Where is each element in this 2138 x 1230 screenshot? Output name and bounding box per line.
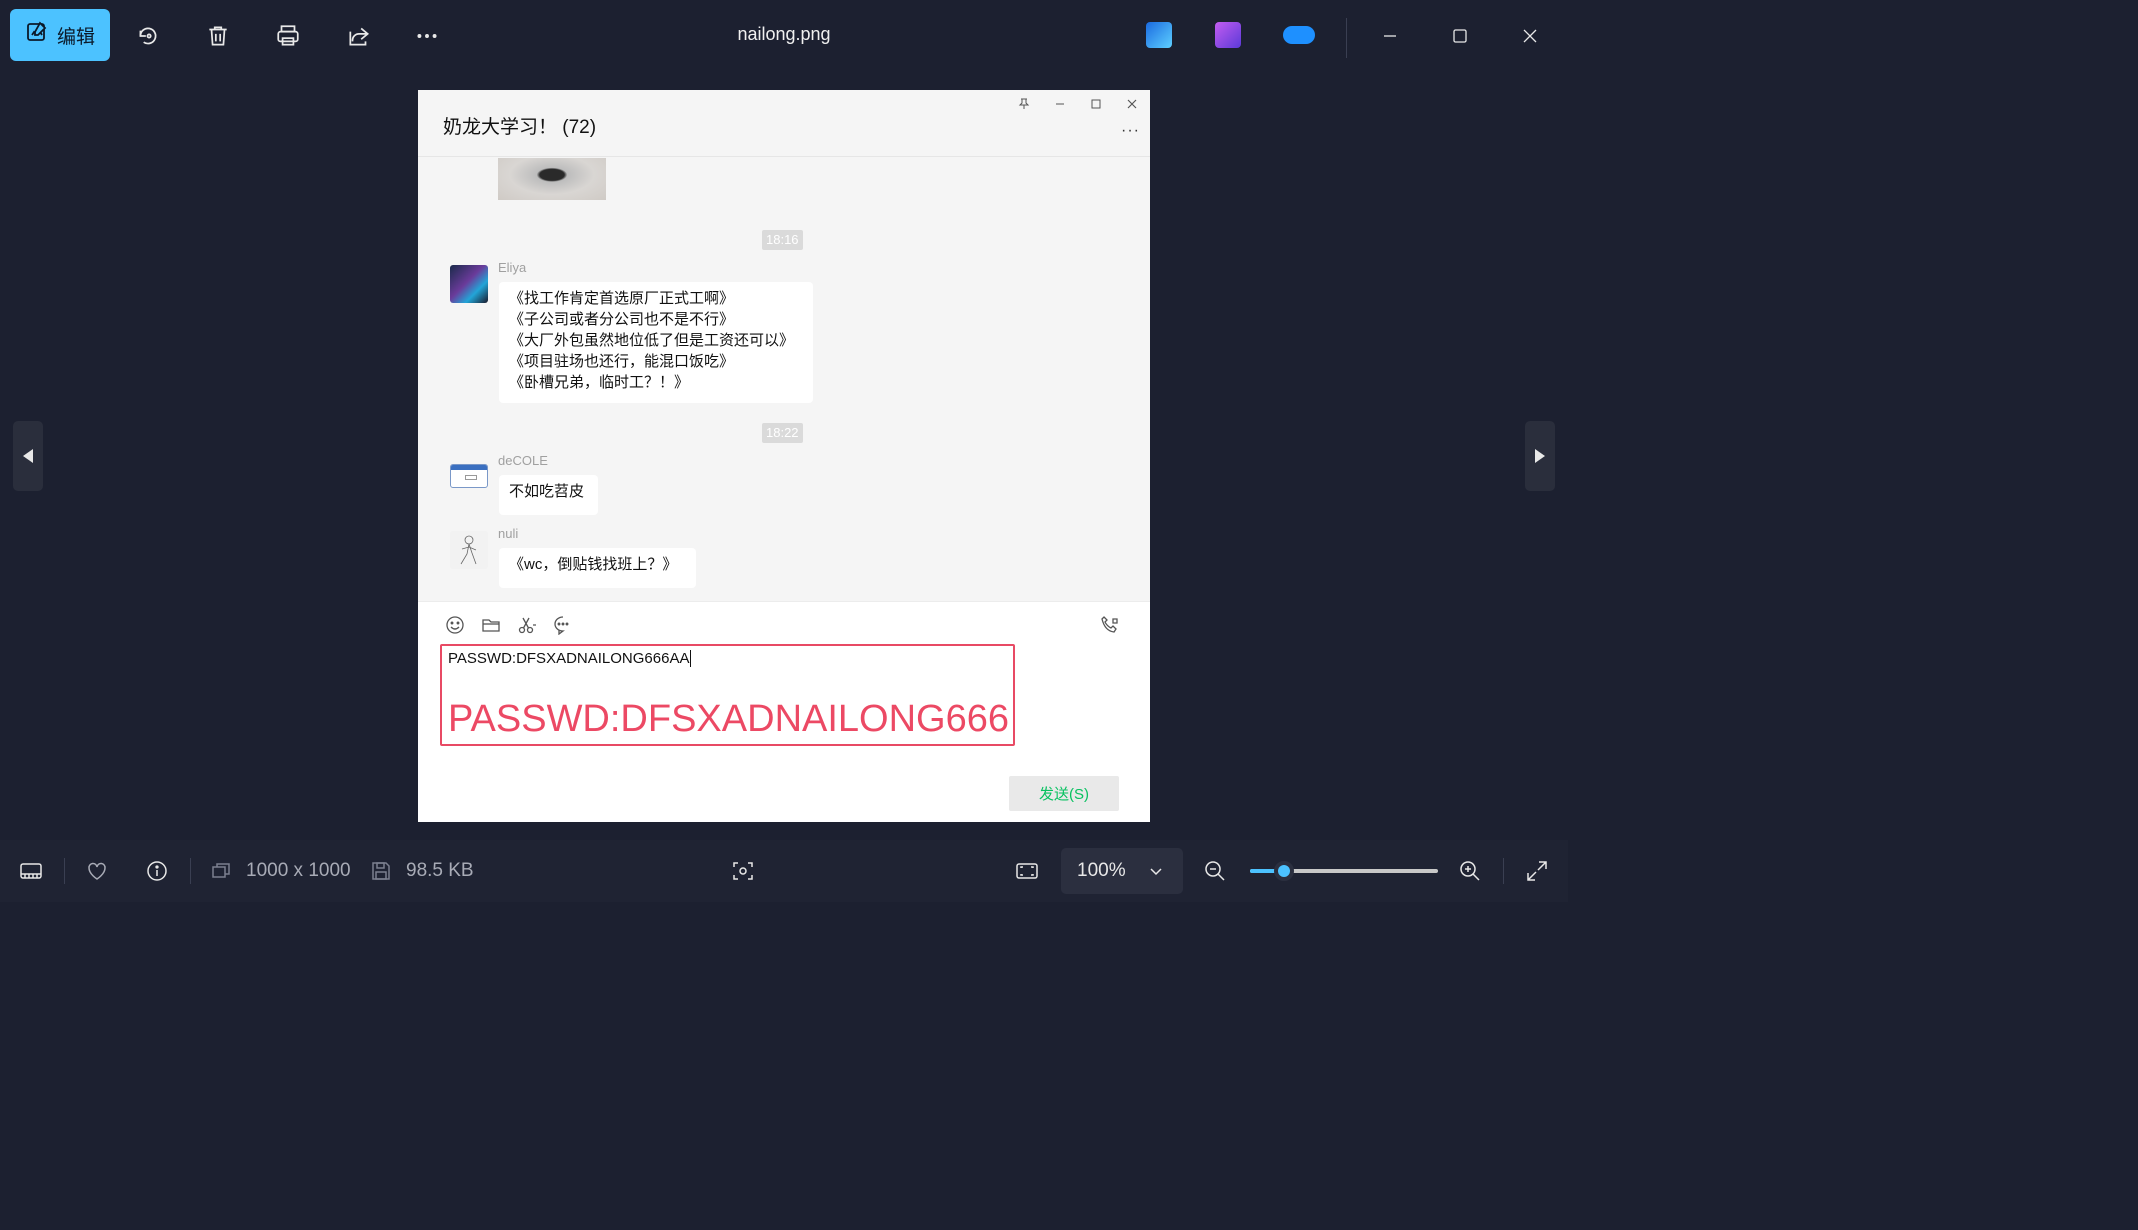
onedrive-icon[interactable] — [1283, 26, 1315, 44]
delete-icon[interactable] — [200, 18, 236, 54]
previous-icon[interactable] — [13, 421, 43, 491]
print-icon[interactable] — [270, 18, 306, 54]
message-bubble: 《wc，倒贴钱找班上？》 — [499, 548, 696, 588]
message-line: 《卧槽兄弟，临时工？！》 — [509, 374, 690, 391]
top-toolbar: 编辑 nailong.png — [0, 0, 1568, 72]
info-icon[interactable] — [142, 856, 172, 886]
timestamp: 18:22 — [762, 423, 803, 443]
zoom-dropdown[interactable]: 100% — [1061, 848, 1183, 894]
file-size: 98.5 KB — [406, 860, 474, 881]
scissors-icon — [516, 614, 538, 636]
file-title: nailong.png — [737, 24, 831, 44]
divider — [1503, 858, 1504, 884]
message-line: 《项目驻场也还行，能混口饭吃》 — [509, 353, 735, 370]
emoji-icon — [444, 614, 466, 636]
fit-window-icon[interactable] — [1012, 856, 1042, 886]
close-icon[interactable] — [1512, 18, 1548, 54]
filmstrip-icon[interactable] — [16, 856, 46, 886]
avatar — [450, 265, 488, 303]
fullscreen-icon[interactable] — [1522, 856, 1552, 886]
message-line: 《找工作肯定首选原厂正式工啊》 — [509, 290, 735, 307]
edit-icon — [25, 20, 49, 50]
send-button: 发送(S) — [1009, 776, 1119, 811]
chat-input-area: PASSWD:DFSXADNAILONG666AA PASSWD:DFSXADN… — [418, 601, 1150, 822]
chat-minimize-icon — [1052, 96, 1068, 112]
message-bubble: 《找工作肯定首选原厂正式工啊》 《子公司或者分公司也不是不行》 《大厂外包虽然地… — [499, 282, 813, 403]
zoom-out-icon[interactable] — [1200, 856, 1230, 886]
zoom-in-icon[interactable] — [1455, 856, 1485, 886]
divider — [64, 858, 65, 884]
share-icon[interactable] — [341, 18, 377, 54]
filesize-icon — [366, 856, 396, 886]
zoom-value: 100% — [1077, 860, 1126, 881]
sender-name: nuli — [498, 526, 519, 541]
message-line: 《wc，倒贴钱找班上？》 — [509, 556, 678, 573]
chat-close-icon — [1124, 96, 1140, 112]
video-editor-icon[interactable] — [1215, 22, 1241, 48]
bottom-toolbar: 1000 x 1000 98.5 KB 100% — [0, 840, 1568, 902]
sender-name: deCOLE — [498, 453, 548, 468]
zoom-slider-thumb[interactable] — [1273, 861, 1294, 881]
avatar — [450, 531, 488, 569]
sender-name: Eliya — [498, 260, 527, 275]
edit-label: 编辑 — [56, 26, 95, 48]
sticker-image — [498, 158, 606, 200]
image-dimensions: 1000 x 1000 — [246, 860, 351, 881]
timestamp: 18:16 — [762, 230, 803, 250]
divider — [190, 858, 191, 884]
message-line: 《大厂外包虽然地位低了但是工资还可以》 — [509, 332, 795, 349]
chat-maximize-icon — [1088, 96, 1104, 112]
edit-button[interactable]: 编辑 — [10, 9, 110, 61]
clipchamp-icon[interactable] — [1146, 22, 1172, 48]
chat-bubble-icon — [552, 614, 574, 636]
chat-header: 奶龙大学习！ (72) ··· — [418, 90, 1150, 157]
highlight-box: PASSWD:DFSXADNAILONG666 — [440, 644, 1015, 746]
visual-search-icon[interactable] — [728, 856, 758, 886]
avatar — [450, 464, 488, 488]
pin-icon — [1016, 96, 1032, 112]
folder-icon — [480, 614, 502, 636]
message-line: 不如吃苕皮 — [509, 483, 585, 500]
dimensions-icon — [206, 856, 236, 886]
highlight-text: PASSWD:DFSXADNAILONG666 — [448, 698, 1010, 740]
displayed-image: 奶龙大学习！ (72) ··· 18:16 Eliya 《找工作肯定首选原厂正式… — [418, 90, 1150, 822]
favorite-icon[interactable] — [82, 856, 112, 886]
message-line: 《子公司或者分公司也不是不行》 — [509, 311, 735, 328]
maximize-icon[interactable] — [1442, 18, 1478, 54]
rotate-icon[interactable] — [130, 18, 166, 54]
message-bubble: 不如吃苕皮 — [499, 475, 598, 515]
chevron-down-icon — [1147, 862, 1165, 880]
toolbar-divider — [1346, 18, 1347, 58]
call-icon — [1099, 614, 1121, 636]
message-list: 18:16 Eliya 《找工作肯定首选原厂正式工啊》 《子公司或者分公司也不是… — [418, 158, 1150, 601]
chat-more-icon: ··· — [1121, 122, 1140, 139]
chat-title: 奶龙大学习！ (72) — [443, 117, 597, 138]
minimize-icon[interactable] — [1372, 18, 1408, 54]
next-icon[interactable] — [1525, 421, 1555, 491]
more-icon[interactable] — [409, 18, 445, 54]
